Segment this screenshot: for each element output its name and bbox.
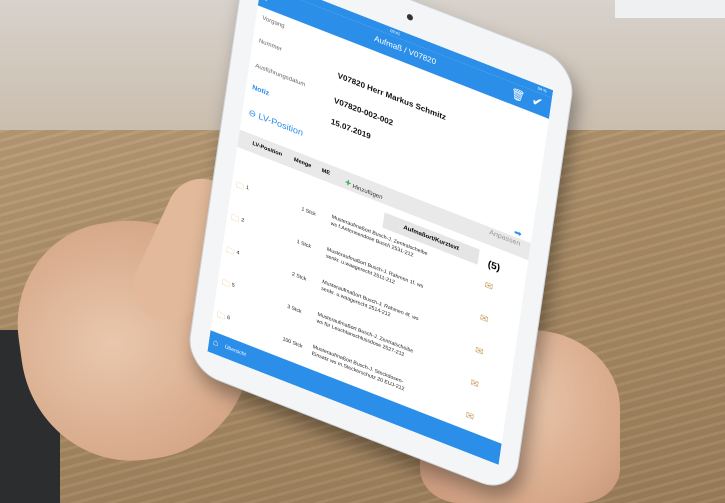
row-qty: 2 Stck bbox=[291, 271, 307, 283]
overview-link[interactable]: Übersicht bbox=[224, 344, 246, 358]
row-nr: 6 bbox=[226, 314, 231, 322]
document-icon[interactable]: ✉ bbox=[474, 345, 484, 359]
document-icon[interactable]: ✉ bbox=[470, 377, 480, 391]
row-nr: 4 bbox=[236, 249, 240, 257]
checkmark-icon[interactable]: ✔ bbox=[531, 92, 544, 111]
tablet-wrap: 09:41 64 % ‹ Aufmaß / V07820 🗑 ✔ Vorgang… bbox=[0, 0, 725, 503]
folder-icon: 🗀 bbox=[230, 212, 240, 225]
row-qty: 1 Stck bbox=[300, 206, 317, 218]
folder-icon: 🗀 bbox=[221, 277, 231, 290]
document-icon[interactable]: ✉ bbox=[484, 280, 494, 294]
folder-icon: 🗀 bbox=[225, 244, 236, 257]
form-label: Vorgang bbox=[261, 15, 285, 30]
col-me[interactable]: ME bbox=[321, 168, 330, 177]
home-icon[interactable]: ⌂ bbox=[212, 337, 219, 349]
tablet: 09:41 64 % ‹ Aufmaß / V07820 🗑 ✔ Vorgang… bbox=[185, 0, 577, 497]
row-nr: 2 bbox=[240, 217, 245, 225]
row-count: (5) bbox=[487, 258, 501, 275]
col-lv-position[interactable]: LV-Position bbox=[252, 141, 282, 158]
row-qty: 1 Stck bbox=[296, 238, 312, 251]
row-nr: 5 bbox=[231, 282, 236, 290]
tablet-screen: 09:41 64 % ‹ Aufmaß / V07820 🗑 ✔ Vorgang… bbox=[207, 0, 554, 465]
document-icon[interactable]: ✉ bbox=[465, 410, 475, 424]
row-nr: 1 bbox=[245, 184, 250, 192]
row-qty: 100 Stck bbox=[282, 336, 303, 350]
trash-icon[interactable]: 🗑 bbox=[510, 86, 526, 104]
plus-icon: + bbox=[344, 177, 352, 190]
col-menge[interactable]: Menge bbox=[294, 157, 312, 169]
row-qty: 3 Stck bbox=[286, 303, 302, 316]
folder-icon: 🗀 bbox=[235, 179, 245, 192]
camera-icon bbox=[406, 13, 414, 22]
folder-icon: 🗀 bbox=[216, 309, 226, 322]
document-icon[interactable]: ✉ bbox=[479, 312, 489, 326]
